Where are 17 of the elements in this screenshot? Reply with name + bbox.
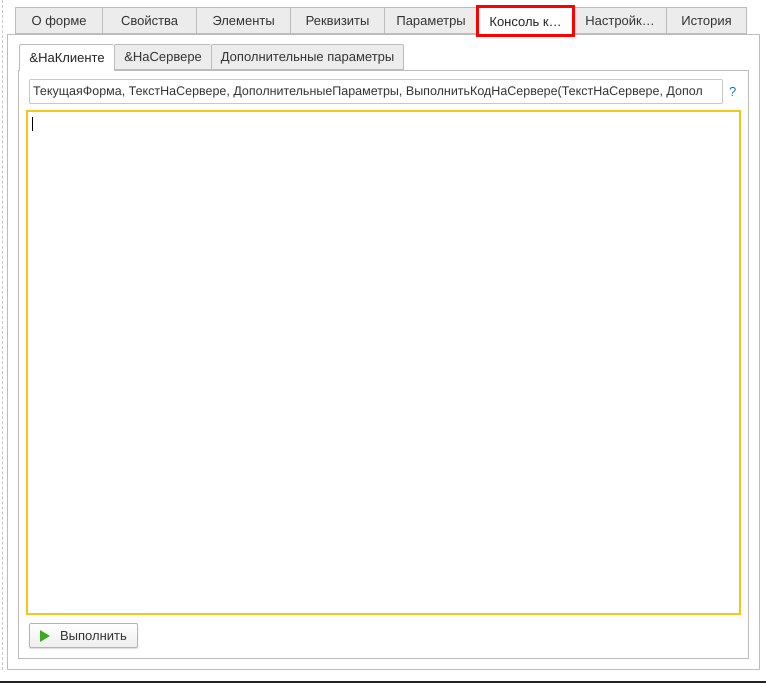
tab[interactable]: Настройк… [573,7,666,34]
run-button[interactable]: Выполнить [29,623,138,648]
tab[interactable]: &НаСервере [114,44,211,70]
help-link[interactable]: ? [729,82,736,102]
tab[interactable]: Реквизиты [290,7,384,34]
tab[interactable]: Параметры [384,7,477,34]
parameters-field[interactable]: ТекущаяФорма, ТекстНаСервере, ДополнительныеПараметры, ВыполнитьКодНаСервере(ТекстНаСервере, Допол [29,79,723,104]
tab[interactable]: Элементы [196,7,290,34]
tab[interactable]: &НаКлиенте [19,44,114,71]
tab[interactable]: История [666,7,747,34]
code-editor[interactable] [26,110,741,615]
tab[interactable]: Дополнительные параметры [211,44,404,70]
play-icon [40,630,50,642]
tab[interactable]: Свойства [102,7,196,34]
tab[interactable]: О форме [15,7,102,34]
tab[interactable]: Консоль к… [477,7,573,35]
text-cursor [32,117,33,131]
